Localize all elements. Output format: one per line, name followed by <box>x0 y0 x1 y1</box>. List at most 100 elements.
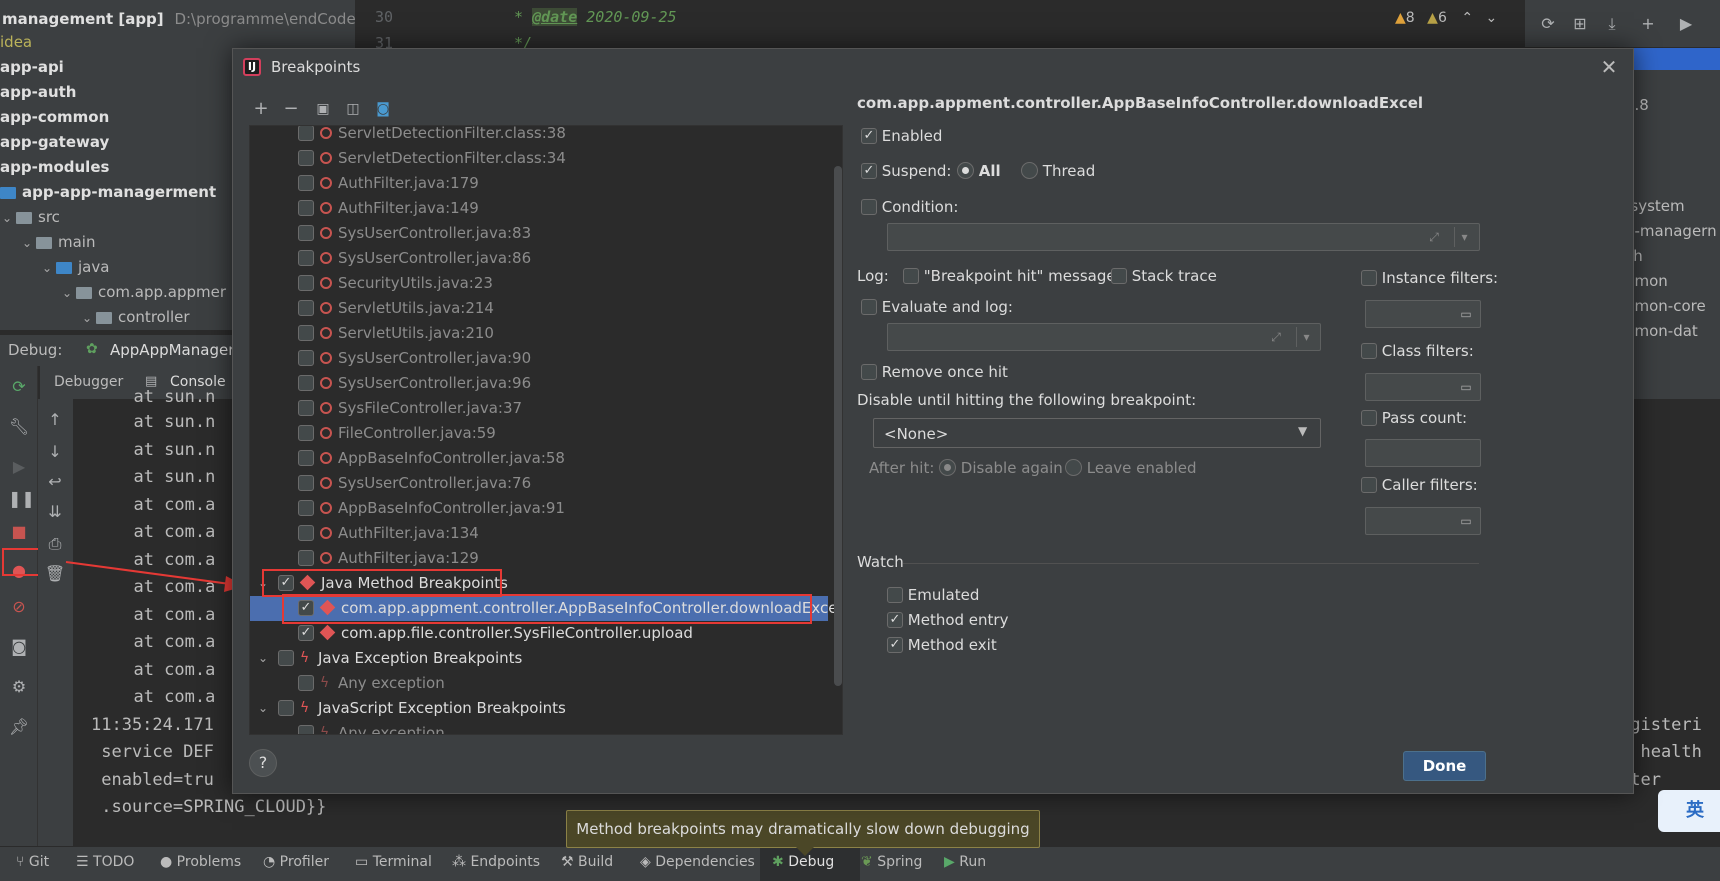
camera-icon[interactable]: ◙ <box>8 636 30 658</box>
pass-count-input[interactable] <box>1365 439 1481 467</box>
emulated-checkbox[interactable]: Emulated <box>887 586 979 604</box>
tab-todo[interactable]: ☰ TODO <box>76 854 134 870</box>
suspend-all-radio[interactable]: All <box>957 162 1001 180</box>
breakpoint-checkbox[interactable] <box>298 199 314 216</box>
breakpoint-item[interactable]: SysFileController.java:37 <box>250 396 828 421</box>
refresh-icon[interactable]: ⟳ <box>1537 13 1559 35</box>
tab-endpoints[interactable]: ⁂ Endpoints <box>452 854 540 870</box>
breakpoint-group[interactable]: ⌄ ϟ Java Exception Breakpoints <box>250 646 828 671</box>
breakpoint-item[interactable]: AuthFilter.java:179 <box>250 171 828 196</box>
breakpoint-checkbox[interactable] <box>298 174 314 191</box>
breakpoint-hit-message-checkbox[interactable]: "Breakpoint hit" message <box>903 267 1116 285</box>
folder-icon[interactable]: ▭ <box>1456 304 1476 324</box>
breakpoint-item[interactable]: ϟ Any exception <box>250 671 828 696</box>
list-scrollbar[interactable] <box>834 166 842 686</box>
breakpoint-item[interactable]: AuthFilter.java:134 <box>250 521 828 546</box>
breakpoint-checkbox[interactable] <box>298 224 314 241</box>
pin-icon[interactable]: 📌︎ <box>8 716 30 738</box>
tree-item-app-auth[interactable]: app-auth <box>0 80 76 105</box>
breakpoint-item[interactable]: AppBaseInfoController.java:58 <box>250 446 828 471</box>
inspection-widget[interactable]: ▲8 ▲6 ⌃ ⌄ <box>1395 10 1497 26</box>
evaluate-and-log-checkbox[interactable]: Evaluate and log: <box>861 298 1013 316</box>
suspend-thread-radio[interactable]: Thread <box>1021 162 1095 180</box>
breakpoint-item[interactable]: ServletUtils.java:214 <box>250 296 828 321</box>
tree-item-main[interactable]: ⌄ main <box>22 230 95 255</box>
breakpoint-item[interactable]: ServletDetectionFilter.class:38 <box>250 126 828 146</box>
breakpoint-item[interactable]: FileController.java:59 <box>250 421 828 446</box>
expand-icon[interactable]: ⤢ <box>1424 227 1444 247</box>
tree-item-app-app-managerment[interactable]: app-app-managerment <box>0 180 216 205</box>
stop-icon[interactable]: ■ <box>8 521 30 543</box>
tab-run[interactable]: ▶ Run <box>944 854 986 870</box>
condition-input[interactable]: ⤢ ▾ <box>887 223 1480 251</box>
tab-dependencies[interactable]: ◈ Dependencies <box>640 854 755 870</box>
arrow-up-icon[interactable]: ↑ <box>44 409 66 431</box>
run-icon[interactable]: ▶ <box>1675 13 1697 35</box>
plus-icon[interactable]: + <box>1637 13 1659 35</box>
pause-icon[interactable]: ❚❚ <box>8 488 35 510</box>
close-icon[interactable]: ✕ <box>1595 53 1623 81</box>
maven-item[interactable]: nmon-dat <box>1625 322 1698 340</box>
tree-item-idea[interactable]: idea <box>0 30 32 55</box>
group-by-file-icon[interactable]: ◫ <box>341 97 365 121</box>
tree-item-src[interactable]: ⌄ src <box>2 205 60 230</box>
tab-problems[interactable]: ● Problems <box>160 854 241 870</box>
chevron-down-icon[interactable]: ▾ <box>1454 227 1474 247</box>
condition-checkbox[interactable]: Condition: <box>861 198 958 216</box>
breakpoint-checkbox[interactable] <box>298 499 314 516</box>
caller-filters-checkbox[interactable]: Caller filters: <box>1361 476 1478 494</box>
tab-profiler[interactable]: ◔ Profiler <box>263 854 329 870</box>
class-filters-checkbox[interactable]: Class filters: <box>1361 342 1474 360</box>
tree-item-java[interactable]: ⌄ java <box>42 255 109 280</box>
caller-filters-input[interactable]: ▭ <box>1365 507 1481 535</box>
chevron-down-icon[interactable]: ⌄ <box>1486 10 1498 26</box>
breakpoint-checkbox[interactable] <box>298 474 314 491</box>
breakpoint-checkbox[interactable] <box>278 649 294 666</box>
breakpoint-item[interactable]: SysUserController.java:83 <box>250 221 828 246</box>
method-entry-checkbox[interactable]: Method entry <box>887 611 1008 629</box>
disable-again-radio[interactable]: Disable again <box>939 459 1063 477</box>
mute-breakpoints-icon[interactable]: ⊘ <box>8 596 30 618</box>
breakpoint-checkbox[interactable] <box>278 699 294 716</box>
add-icon[interactable]: + <box>249 97 273 121</box>
rerun-icon[interactable]: ⟳ <box>8 376 30 398</box>
tree-item-app-modules[interactable]: app-modules <box>0 155 109 180</box>
stack-trace-checkbox[interactable]: Stack trace <box>1111 267 1217 285</box>
resume-icon[interactable]: ▶ <box>8 456 30 478</box>
breakpoint-checkbox[interactable] <box>298 274 314 291</box>
evaluate-input[interactable]: ⤢ ▾ <box>887 323 1321 351</box>
project-header[interactable]: management [app] D:\programme\endCode\pr <box>2 7 355 32</box>
breakpoint-checkbox[interactable] <box>298 126 314 141</box>
breakpoint-checkbox[interactable] <box>298 549 314 566</box>
breakpoint-item[interactable]: AuthFilter.java:149 <box>250 196 828 221</box>
folder-icon[interactable]: ▭ <box>1456 511 1476 531</box>
group-by-package-icon[interactable]: ▣ <box>311 97 335 121</box>
wrench-icon[interactable]: 🔧︎ <box>8 416 30 438</box>
code-line[interactable]: * @date 2020-09-25 <box>505 8 677 26</box>
breakpoint-checkbox[interactable] <box>298 324 314 341</box>
breakpoint-checkbox[interactable] <box>298 399 314 416</box>
scroll-to-end-icon[interactable]: ⇊ <box>44 501 66 523</box>
breakpoint-item[interactable]: ϟ Any exception <box>250 721 828 734</box>
breakpoint-item[interactable]: SysUserController.java:86 <box>250 246 828 271</box>
chevron-down-icon[interactable]: ▾ <box>1296 327 1316 347</box>
breakpoint-item[interactable]: SysUserController.java:76 <box>250 471 828 496</box>
ime-indicator[interactable]: 英 <box>1658 790 1720 832</box>
breakpoint-item[interactable]: ServletUtils.java:210 <box>250 321 828 346</box>
breakpoint-checkbox[interactable] <box>298 524 314 541</box>
chevron-down-icon[interactable]: ⌄ <box>258 696 268 721</box>
breakpoint-checkbox[interactable] <box>298 449 314 466</box>
breakpoint-item[interactable]: com.app.file.controller.SysFileControlle… <box>250 621 828 646</box>
tree-item-package[interactable]: ⌄ com.app.appmer <box>62 280 226 305</box>
breakpoint-checkbox[interactable] <box>298 149 314 166</box>
remove-icon[interactable]: − <box>279 97 303 121</box>
leave-enabled-radio[interactable]: Leave enabled <box>1065 459 1197 477</box>
folder-icon[interactable]: ▭ <box>1456 377 1476 397</box>
help-button[interactable]: ? <box>249 749 277 777</box>
breakpoint-item[interactable]: ServletDetectionFilter.class:34 <box>250 146 828 171</box>
instance-filters-checkbox[interactable]: Instance filters: <box>1361 269 1498 287</box>
enabled-checkbox[interactable]: Enabled <box>861 127 942 145</box>
breakpoint-checkbox[interactable] <box>298 624 314 641</box>
gear-icon[interactable]: ⚙ <box>8 676 30 698</box>
breakpoint-checkbox[interactable] <box>298 424 314 441</box>
